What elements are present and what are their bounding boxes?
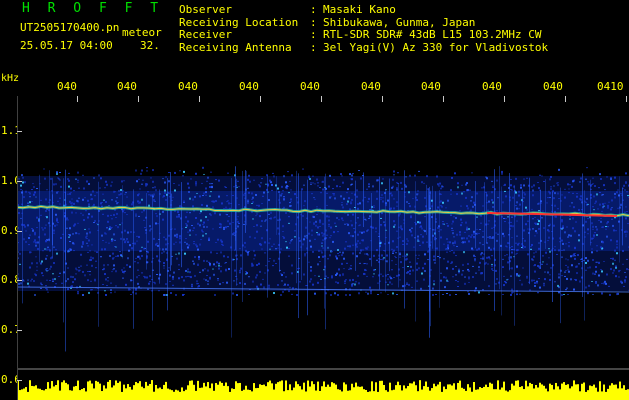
info-label: Observer xyxy=(179,3,232,16)
power-bars xyxy=(17,380,629,400)
y-tick-mark xyxy=(17,330,22,331)
time-tick-label: 040 xyxy=(178,80,198,93)
info-label: Receiver xyxy=(179,28,232,41)
x-tick-mark xyxy=(626,96,627,102)
time-tick-label: 040 xyxy=(57,80,77,93)
time-tick-label: 040 xyxy=(239,80,259,93)
x-tick-mark xyxy=(199,96,200,102)
time-tick-label: 040 xyxy=(421,80,441,93)
info-label: Receiving Antenna xyxy=(179,40,292,54)
time-tick-label: 040 xyxy=(361,80,381,93)
app-title: H R O F F T xyxy=(22,1,164,16)
hrofft-spectrogram-window: H R O F F T UT2505170400.pn meteor 25.05… xyxy=(0,0,629,400)
time-tick-label: 040 xyxy=(543,80,563,93)
time-tick-label: 040 xyxy=(300,80,320,93)
date-time: 25.05.17 04:00 xyxy=(20,39,113,52)
spectrogram-plot xyxy=(17,96,629,400)
y-axis-line xyxy=(17,96,18,400)
y-tick-mark xyxy=(17,280,22,281)
info-separator: : xyxy=(310,3,317,16)
x-tick-mark xyxy=(321,96,322,102)
x-tick-mark xyxy=(77,96,78,102)
time-tick-label: 040 xyxy=(117,80,137,93)
noise-band xyxy=(17,166,629,352)
echo-count: 32. xyxy=(140,39,160,52)
x-tick-mark xyxy=(565,96,566,102)
info-separator: : xyxy=(310,28,317,41)
y-tick-mark xyxy=(17,131,22,132)
x-tick-mark xyxy=(260,96,261,102)
time-tick-label: 0410 xyxy=(597,80,624,93)
y-tick-mark xyxy=(17,380,22,381)
x-tick-mark xyxy=(504,96,505,102)
y-tick-mark xyxy=(17,181,22,182)
mode-label: meteor xyxy=(122,26,162,39)
file-name: UT2505170400.pn xyxy=(20,21,120,34)
y-tick-mark xyxy=(17,231,22,232)
x-tick-mark xyxy=(382,96,383,102)
info-value: RTL-SDR SDR# 43dB L15 103.2MHz CW xyxy=(323,28,542,41)
info-value: Masaki Kano xyxy=(323,3,396,16)
spectrogram-canvas xyxy=(17,166,629,400)
y-axis-unit: kHz xyxy=(1,73,20,84)
info-value: 3el Yagi(V) Az 330 for Vladivostok xyxy=(323,40,549,54)
x-tick-mark xyxy=(443,96,444,102)
time-tick-label: 040 xyxy=(482,80,502,93)
info-separator: : xyxy=(310,40,317,54)
x-tick-mark xyxy=(138,96,139,102)
